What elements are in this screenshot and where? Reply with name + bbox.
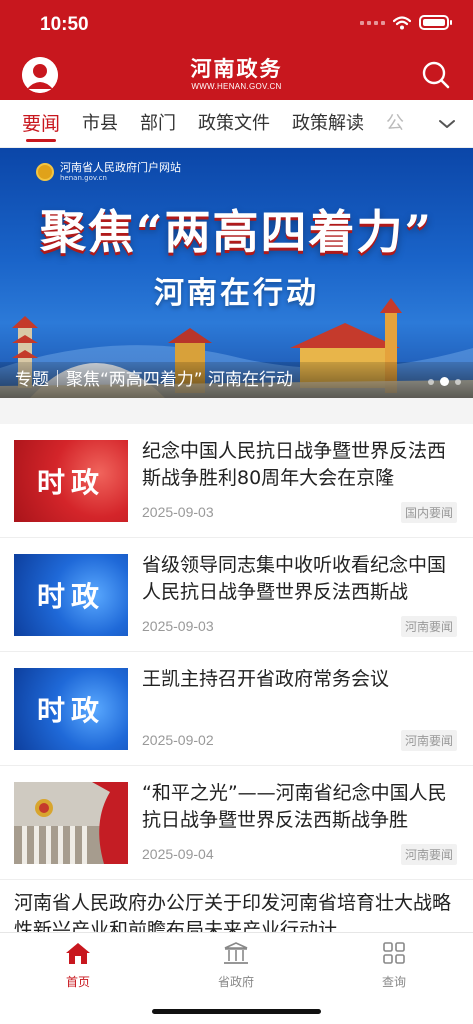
tab-zhengce-wenjian[interactable]: 政策文件 (198, 100, 270, 147)
nav-government-label: 省政府 (217, 975, 254, 989)
tabs-expand-button[interactable] (421, 100, 473, 147)
carousel-dot[interactable] (428, 378, 434, 385)
home-indicator[interactable] (152, 1009, 321, 1014)
carousel-dot[interactable] (455, 378, 461, 385)
banner-site-logo: 河南省人民政府门户网站 henan.gov.cn (36, 162, 181, 182)
news-category-tag: 国内要闻 (400, 502, 457, 523)
thumbnail-label: 时政 (36, 580, 105, 613)
nav-query[interactable]: 查询 (354, 941, 434, 990)
news-list: 时政 纪念中国人民抗日战争暨世界反法西斯战争胜利80周年大会在京隆 2025-0… (0, 424, 473, 970)
featured-banner[interactable]: 河南省人民政府门户网站 henan.gov.cn 聚焦“两高四着力” 河南在行动 (0, 148, 473, 398)
news-title: “和平之光”——河南省纪念中国人民抗日战争暨世界反法西斯战争胜 (142, 782, 447, 831)
news-thumbnail: 时政 (14, 440, 128, 522)
chevron-down-icon (439, 120, 455, 128)
battery-icon (419, 15, 452, 30)
banner-site-url: henan.gov.cn (60, 174, 107, 182)
news-thumbnail: 时政 (14, 554, 128, 636)
nav-government[interactable]: 省政府 (196, 941, 276, 990)
app-title: 河南政务 (190, 56, 283, 81)
grid-icon (383, 942, 405, 964)
carousel-indicator (428, 377, 461, 386)
status-time: 10:50 (40, 14, 89, 35)
channel-tabs: 要闻 市县 部门 政策文件 政策解读 公 (0, 100, 473, 148)
header-bar: 10:50 河南政务 WWW.HENAN.GOV.CN (0, 0, 473, 100)
tab-yaowen[interactable]: 要闻 (22, 100, 60, 147)
news-category-tag: 河南要闻 (400, 730, 457, 751)
banner-caption: 专题｜聚焦“两高四着力” 河南在行动 (0, 362, 473, 398)
nav-query-label: 查询 (381, 975, 406, 989)
tab-bumen[interactable]: 部门 (140, 100, 176, 147)
home-icon (66, 943, 90, 964)
news-category-tag: 河南要闻 (400, 616, 457, 637)
news-item[interactable]: 时政 王凯主持召开省政府常务会议 2025-09-02 河南要闻 (0, 652, 473, 766)
tab-shixian[interactable]: 市县 (82, 100, 118, 147)
news-date: 2025-09-03 (142, 504, 214, 520)
news-title: 王凯主持召开省政府常务会议 (142, 668, 390, 690)
cellular-signal-icon (360, 20, 385, 25)
tab-zhengce-jiedu[interactable]: 政策解读 (292, 100, 364, 147)
brand: 河南政务 WWW.HENAN.GOV.CN (0, 56, 473, 92)
news-thumbnail: 时政 (14, 668, 128, 750)
app-screen: 10:50 河南政务 WWW.HENAN.GOV.CN 要闻 市县 部门 政策文… (0, 0, 473, 1024)
news-date: 2025-09-04 (142, 846, 214, 862)
carousel-dot-active[interactable] (440, 377, 449, 386)
tab-partial[interactable]: 公 (386, 100, 404, 147)
news-title: 纪念中国人民抗日战争暨世界反法西斯战争胜利80周年大会在京隆 (142, 440, 447, 489)
news-item[interactable]: 时政 省级领导同志集中收听收看纪念中国人民抗日战争暨世界反法西斯战 2025-0… (0, 538, 473, 652)
banner-site-name: 河南省人民政府门户网站 (60, 161, 181, 174)
nav-home[interactable]: 首页 (38, 941, 118, 990)
great-hall-photo-illustration (14, 782, 128, 864)
thumbnail-label: 时政 (36, 466, 105, 499)
news-photo-thumbnail (14, 782, 128, 864)
search-icon (422, 61, 450, 89)
app-url: WWW.HENAN.GOV.CN (191, 82, 282, 91)
news-item[interactable]: “和平之光”——河南省纪念中国人民抗日战争暨世界反法西斯战争胜 2025-09-… (0, 766, 473, 880)
wifi-icon (393, 15, 411, 29)
government-building-icon (224, 942, 248, 964)
news-category-tag: 河南要闻 (400, 844, 457, 865)
thumbnail-label: 时政 (36, 694, 105, 727)
bottom-navigation: 首页 省政府 查询 (0, 932, 473, 1024)
news-title: 省级领导同志集中收听收看纪念中国人民抗日战争暨世界反法西斯战 (142, 554, 447, 603)
search-button[interactable] (421, 60, 451, 90)
news-date: 2025-09-03 (142, 618, 214, 634)
news-item[interactable]: 时政 纪念中国人民抗日战争暨世界反法西斯战争胜利80周年大会在京隆 2025-0… (0, 424, 473, 538)
section-gap (0, 398, 473, 424)
news-date: 2025-09-02 (142, 732, 214, 748)
status-icons (360, 15, 452, 30)
nav-home-label: 首页 (65, 975, 90, 989)
banner-headline: 聚焦“两高四着力” (40, 205, 433, 259)
national-emblem-icon (36, 163, 54, 181)
